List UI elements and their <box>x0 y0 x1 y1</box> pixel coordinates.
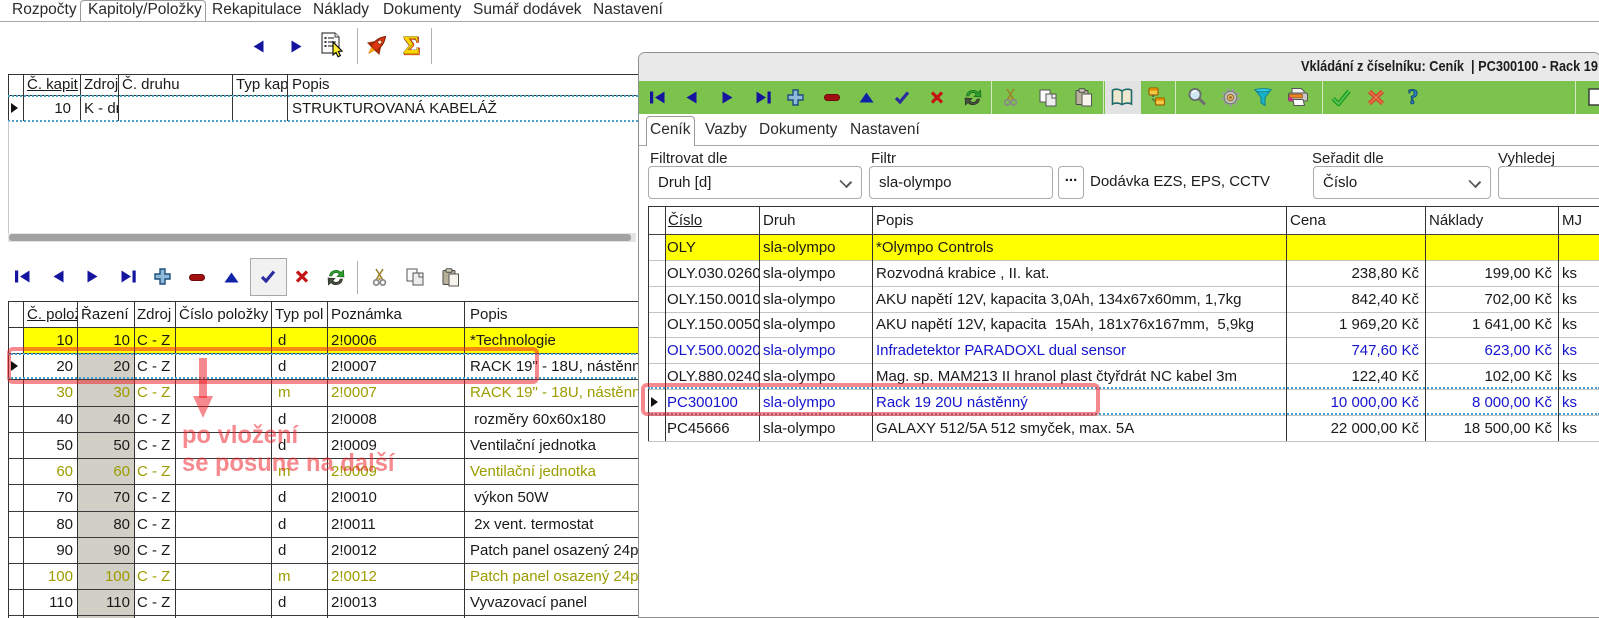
svg-text:?: ? <box>1408 87 1419 109</box>
svg-text:Σ: Σ <box>403 33 419 59</box>
